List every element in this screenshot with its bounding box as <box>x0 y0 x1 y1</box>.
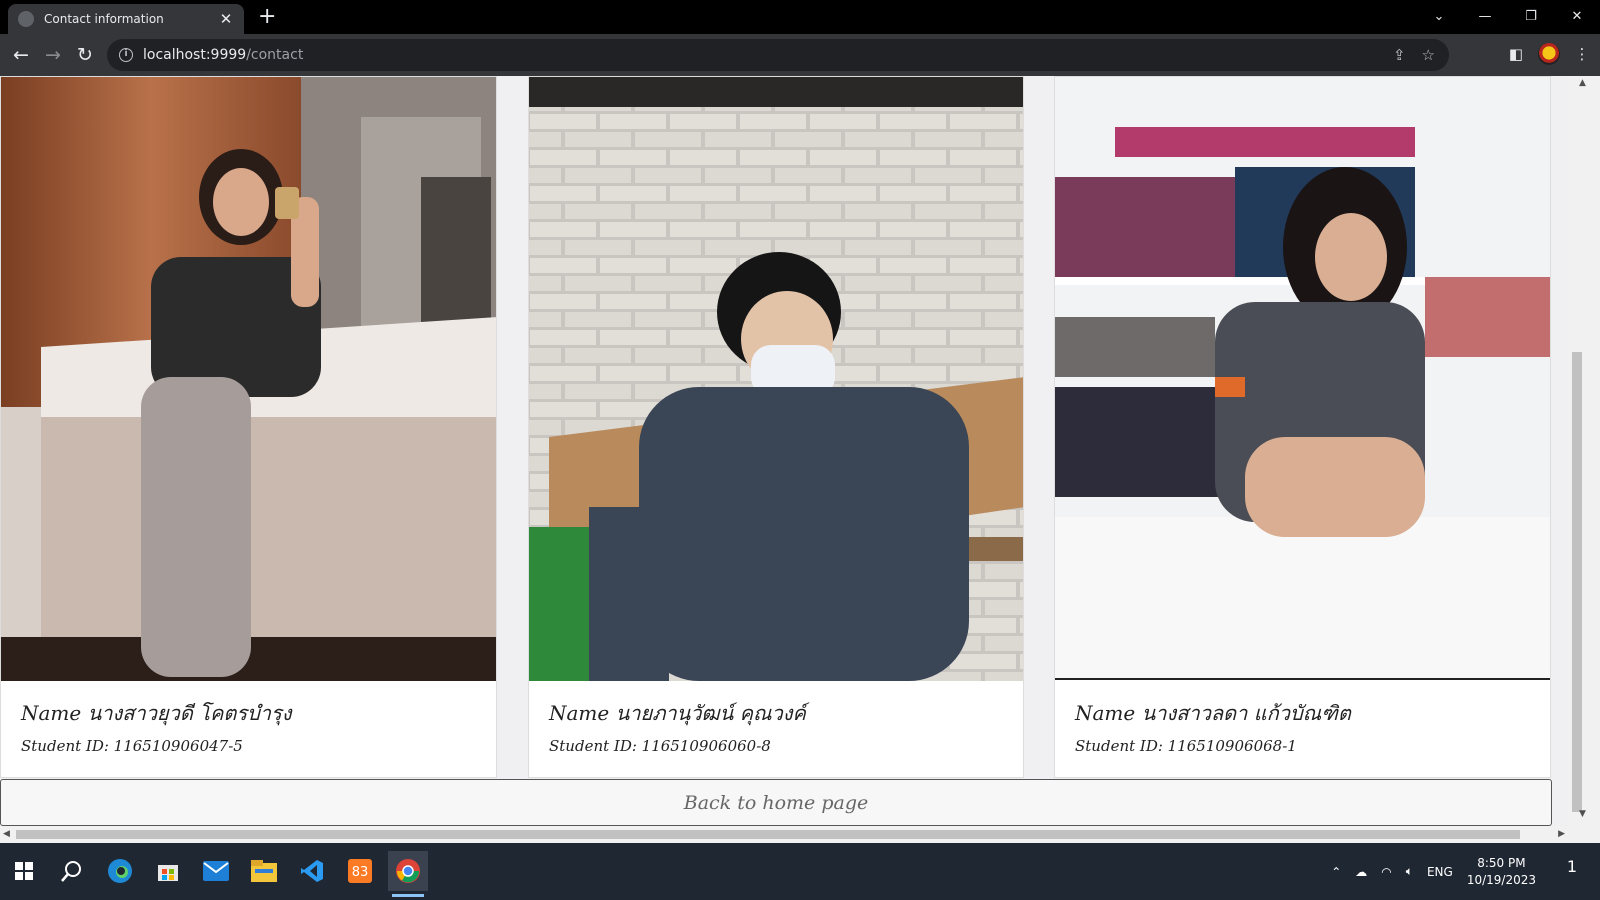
contact-card: Name นางสาวยุวดี โคตรบำรุง Student ID: 1… <box>0 76 497 778</box>
contact-photo <box>1 77 496 681</box>
clock[interactable]: 8:50 PM 10/19/2023 <box>1467 855 1536 889</box>
address-bar[interactable]: i localhost:9999/contact ⇪ ☆ <box>107 39 1449 71</box>
scroll-down-arrow-icon[interactable]: ▼ <box>1579 809 1586 819</box>
contact-card: Name นางสาวลดา แก้วบัณฑิต Student ID: 11… <box>1054 76 1551 778</box>
windows-taskbar: 83 ⌃ ☁ ◠ 🔈︎ ENG 8:50 PM 10/19/2023 1 <box>0 843 1600 900</box>
search-icon[interactable] <box>52 851 92 891</box>
globe-icon <box>18 11 34 27</box>
back-to-home-button[interactable]: Back to home page <box>0 779 1552 826</box>
toolbar-right: ◧ ⋮ <box>1504 42 1594 66</box>
contact-name: Name นางสาวยุวดี โคตรบำรุง <box>21 701 292 725</box>
scroll-left-arrow-icon[interactable]: ◀ <box>3 829 10 839</box>
xampp-icon[interactable]: 83 <box>340 851 380 891</box>
scroll-up-arrow-icon[interactable]: ▲ <box>1579 78 1586 88</box>
clock-time: 8:50 PM <box>1477 855 1526 870</box>
contact-student-id: Student ID: 116510906047-5 <box>21 737 243 755</box>
tab-search-icon[interactable]: ⌄ <box>1416 0 1462 32</box>
tab-title: Contact information <box>44 12 164 26</box>
side-panel-icon[interactable]: ◧ <box>1504 42 1528 66</box>
profile-avatar[interactable] <box>1538 43 1560 65</box>
tab-contact-information[interactable]: Contact information ✕ <box>8 4 244 34</box>
clock-date: 10/19/2023 <box>1466 872 1536 887</box>
browser-tab-strip: Contact information ✕ + ⌄ — ❐ ✕ <box>0 0 1600 34</box>
language-indicator[interactable]: ENG <box>1427 865 1453 879</box>
onedrive-icon[interactable]: ☁ <box>1355 865 1367 879</box>
share-icon[interactable]: ⇪ <box>1393 46 1406 64</box>
address-bar-actions: ⇪ ☆ <box>1393 39 1435 71</box>
svg-text:83: 83 <box>352 865 369 880</box>
contact-photo <box>1055 77 1550 680</box>
minimize-button[interactable]: — <box>1462 0 1508 32</box>
page-viewport: Name นางสาวยุวดี โคตรบำรุง Student ID: 1… <box>0 76 1568 843</box>
scroll-right-arrow-icon[interactable]: ▶ <box>1558 829 1565 839</box>
new-tab-button[interactable]: + <box>258 6 276 28</box>
url-path: /contact <box>246 47 304 63</box>
notification-center-icon[interactable]: 1 <box>1558 857 1586 885</box>
chrome-icon[interactable] <box>388 851 428 897</box>
url-host: localhost:9999 <box>143 47 247 63</box>
forward-arrow-icon[interactable]: → <box>41 43 65 67</box>
contact-name: Name นางสาวลดา แก้วบัณฑิต <box>1075 701 1351 725</box>
file-explorer-icon[interactable] <box>244 851 284 891</box>
bookmark-star-icon[interactable]: ☆ <box>1422 46 1435 64</box>
restore-button[interactable]: ❐ <box>1508 0 1554 32</box>
menu-kebab-icon[interactable]: ⋮ <box>1570 42 1594 66</box>
window-controls: ⌄ — ❐ ✕ <box>1416 0 1600 32</box>
browser-toolbar: ← → ↻ i localhost:9999/contact ⇪ ☆ ◧ ⋮ <box>0 34 1600 76</box>
edge-browser-icon[interactable] <box>100 851 140 891</box>
close-window-button[interactable]: ✕ <box>1554 0 1600 32</box>
notification-count: 1 <box>1566 857 1578 876</box>
chevron-up-icon[interactable]: ⌃ <box>1331 865 1341 879</box>
contact-card: Name นายภานุวัฒน์ คุณวงค์ Student ID: 11… <box>528 76 1024 778</box>
contact-student-id: Student ID: 116510906060-8 <box>549 737 771 755</box>
tab-close-icon[interactable]: ✕ <box>218 10 234 28</box>
contact-photo <box>529 77 1023 681</box>
microsoft-store-icon[interactable] <box>148 851 188 891</box>
site-info-icon[interactable]: i <box>119 48 133 62</box>
vertical-scroll-thumb[interactable] <box>1572 352 1582 812</box>
horizontal-scroll-thumb[interactable] <box>16 830 1520 839</box>
mail-icon[interactable] <box>196 851 236 891</box>
wifi-icon[interactable]: ◠ <box>1381 865 1391 879</box>
system-tray: ⌃ ☁ ◠ 🔈︎ ENG 8:50 PM 10/19/2023 <box>1331 843 1536 900</box>
contact-name: Name นายภานุวัฒน์ คุณวงค์ <box>549 701 806 725</box>
contact-student-id: Student ID: 116510906068-1 <box>1075 737 1297 755</box>
vertical-scrollbar[interactable]: ▲ ▼ <box>1568 76 1600 843</box>
vscode-icon[interactable] <box>292 851 332 891</box>
horizontal-scrollbar[interactable]: ◀ ▶ <box>0 826 1568 843</box>
windows-start-icon[interactable] <box>4 851 44 891</box>
volume-icon[interactable]: 🔈︎ <box>1406 864 1413 879</box>
reload-icon[interactable]: ↻ <box>73 43 97 67</box>
back-arrow-icon[interactable]: ← <box>9 43 33 67</box>
